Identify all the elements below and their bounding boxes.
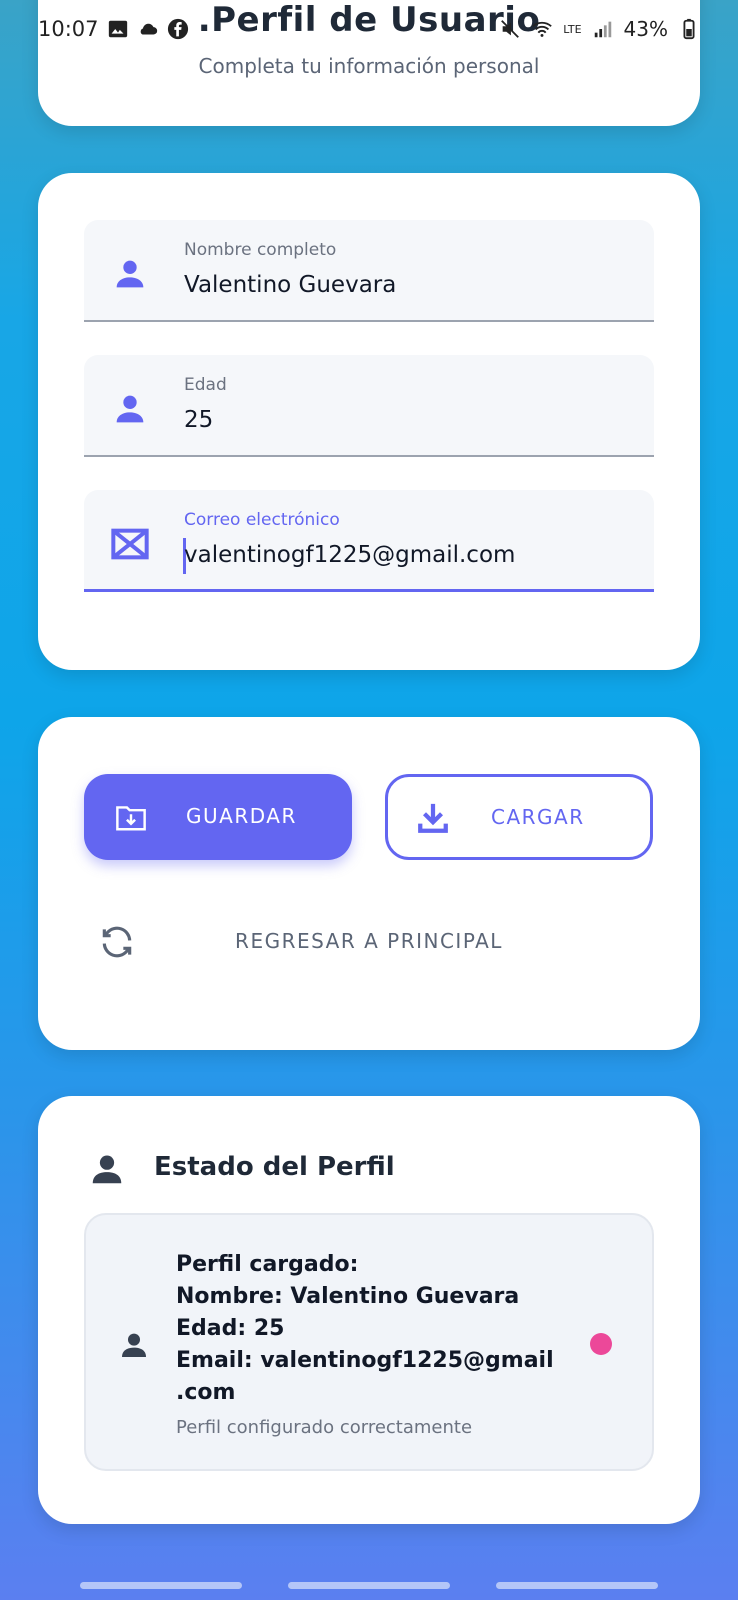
back-button-label: REGRESAR A PRINCIPAL [235,929,503,953]
status-text: Perfil cargado: Nombre: Valentino Guevar… [176,1249,556,1409]
status-bar: 10:07 LTE 43% [0,0,738,58]
gallery-icon [108,20,127,38]
person-icon [116,260,144,288]
mail-icon [111,528,149,560]
status-note: Perfil configurado correctamente [176,1417,473,1438]
person-icon [116,395,144,423]
nav-home-button[interactable] [288,1582,450,1589]
folder-download-icon [116,806,146,831]
email-field-label: Correo electrónico [184,510,340,530]
actions-card: GUARDAR CARGAR REGRESAR A PRINCIPAL [38,717,700,1050]
network-type: LTE [563,22,582,36]
status-line: .com [176,1380,236,1405]
status-bar-right: LTE 43% [499,17,700,41]
status-indicator-dot [590,1333,612,1355]
email-field[interactable]: Correo electrónico valentinogf1225@gmail… [84,490,654,592]
status-bar-left: 10:07 [38,17,189,41]
age-field[interactable]: Edad 25 [84,355,654,457]
status-time: 10:07 [38,17,99,41]
wifi-icon [532,21,553,37]
status-line: Email: valentinogf1225@gmail [176,1348,554,1373]
name-field[interactable]: Nombre completo Valentino Guevara [84,220,654,322]
facebook-icon [167,18,188,40]
status-title: Estado del Perfil [154,1152,395,1182]
name-field-value[interactable]: Valentino Guevara [184,272,396,298]
nav-back-button[interactable] [496,1582,658,1589]
age-field-value[interactable]: 25 [184,407,213,433]
status-line: Perfil cargado: [176,1252,359,1277]
nav-recent-button[interactable] [80,1582,242,1589]
status-line: Nombre: Valentino Guevara [176,1284,520,1309]
navigation-bar [0,1570,738,1600]
download-icon [418,803,448,833]
cloud-icon [140,23,157,35]
name-field-label: Nombre completo [184,240,337,260]
profile-form-card: Nombre completo Valentino Guevara Edad 2… [38,173,700,670]
battery-icon [683,18,695,40]
back-to-main-button[interactable]: REGRESAR A PRINCIPAL [84,907,654,977]
profile-status-card: Estado del Perfil Perfil cargado: Nombre… [38,1096,700,1524]
status-message-box: Perfil cargado: Nombre: Valentino Guevar… [84,1213,654,1471]
mute-icon [501,20,520,38]
load-button-label: CARGAR [491,805,585,829]
save-button-label: GUARDAR [186,804,297,828]
signal-icon [594,21,611,38]
save-button[interactable]: GUARDAR [84,774,352,860]
age-field-label: Edad [184,375,227,395]
email-field-value[interactable]: valentinogf1225@gmail.com [184,542,515,568]
person-icon [92,1155,122,1184]
status-line: Edad: 25 [176,1316,285,1341]
battery-percent: 43% [623,17,668,41]
person-icon [122,1333,146,1357]
load-button[interactable]: CARGAR [385,774,653,860]
